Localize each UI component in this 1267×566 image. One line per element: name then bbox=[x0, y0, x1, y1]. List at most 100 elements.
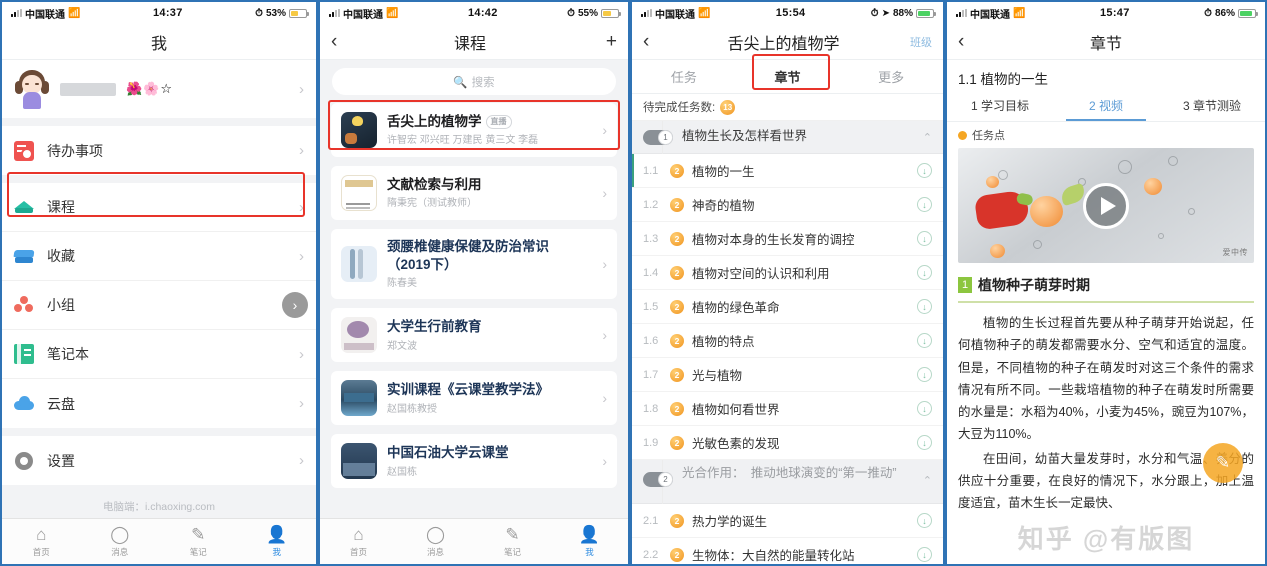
nav-bar: ‹ 舌尖上的植物学 班级 bbox=[632, 24, 943, 60]
tab-message[interactable]: ◯ 消息 bbox=[397, 525, 474, 558]
download-icon[interactable]: ↓ bbox=[917, 367, 932, 382]
chapter-group-2[interactable]: 2 光合作用： 推动地球演变的“第一推动” ⌃ bbox=[632, 460, 943, 504]
tab-more[interactable]: 更多 bbox=[839, 60, 943, 93]
download-icon[interactable]: ↓ bbox=[917, 231, 932, 246]
menu-item-notebook[interactable]: 笔记本 › bbox=[2, 330, 316, 379]
chapter-row[interactable]: 2.2 2 生物体：大自然的能量转化站 ↓ bbox=[632, 538, 943, 564]
tab-learning-goal[interactable]: 1 学习目标 bbox=[947, 90, 1053, 121]
home-icon: ⌂ bbox=[353, 525, 364, 544]
back-button[interactable]: ‹ bbox=[958, 32, 980, 51]
chapter-scroll-area[interactable]: 1 植物生长及怎样看世界 ⌃ 1.1 2 植物的一生 ↓ 1.2 2 神奇的植物… bbox=[632, 121, 943, 564]
chapter-row[interactable]: 1.5 2 植物的绿色革命 ↓ bbox=[632, 290, 943, 324]
task-badge: 2 bbox=[670, 513, 684, 528]
tab-profile[interactable]: 👤 我 bbox=[238, 525, 317, 558]
download-icon[interactable]: ↓ bbox=[917, 435, 932, 450]
chevron-right-icon: › bbox=[602, 256, 607, 273]
course-teachers: 陈春美 bbox=[387, 278, 417, 290]
tab-note[interactable]: ✎ 笔记 bbox=[474, 525, 551, 558]
download-icon[interactable]: ↓ bbox=[917, 333, 932, 348]
profile-row[interactable]: 🌺🌸☆ › bbox=[2, 60, 316, 118]
menu-item-course[interactable]: 课程 › bbox=[2, 183, 316, 232]
chapter-row[interactable]: 1.3 2 植物对本身的生长发育的调控 ↓ bbox=[632, 222, 943, 256]
tab-quiz[interactable]: 3 章节测验 bbox=[1159, 90, 1265, 121]
tab-profile[interactable]: 👤 我 bbox=[551, 525, 628, 558]
class-button[interactable]: 班级 bbox=[902, 34, 932, 50]
play-icon[interactable] bbox=[1083, 182, 1129, 229]
download-icon[interactable]: ↓ bbox=[917, 547, 932, 562]
section-content[interactable]: 任务点 爱中传 1 植物种子萌芽时期 植物的生长过程首先要从种子萌芽开始说起，任… bbox=[947, 122, 1265, 564]
tab-tasks[interactable]: 任务 bbox=[632, 60, 736, 93]
chevron-up-icon[interactable]: ⌃ bbox=[923, 474, 932, 487]
back-button[interactable]: ‹ bbox=[643, 32, 665, 51]
chapter-row[interactable]: 2.1 2 热力学的诞生 ↓ bbox=[632, 504, 943, 538]
tab-video[interactable]: 2 视频 bbox=[1053, 90, 1159, 121]
nav-bar: ‹ 章节 bbox=[947, 24, 1265, 60]
course-card-0[interactable]: 舌尖上的植物学 直播 许智宏 邓兴旺 万建民 黄三文 李磊 › bbox=[331, 103, 617, 157]
course-card-4[interactable]: 实训课程《云课堂教学法》 赵国栋教授 › bbox=[331, 371, 617, 426]
article-body: 植物的生长过程首先要从种子萌芽开始说起，任何植物种子的萌发都需要水分、空气和适宜… bbox=[958, 312, 1254, 514]
wifi-icon: 📶 bbox=[68, 7, 81, 19]
battery-icon bbox=[289, 8, 309, 18]
course-card-5[interactable]: 中国石油大学云课堂 赵国栋 › bbox=[331, 434, 617, 489]
signal-icon bbox=[641, 9, 652, 17]
add-course-button[interactable]: + bbox=[587, 31, 617, 53]
download-icon[interactable]: ↓ bbox=[917, 163, 932, 178]
download-icon[interactable]: ↓ bbox=[917, 513, 932, 528]
tab-message[interactable]: ◯ 消息 bbox=[81, 525, 160, 558]
course-thumbnail bbox=[341, 246, 377, 283]
menu-item-cloud[interactable]: 云盘 › bbox=[2, 379, 316, 428]
divider bbox=[958, 301, 1254, 303]
nav-bar: 我 bbox=[2, 24, 316, 60]
download-icon[interactable]: ↓ bbox=[917, 299, 932, 314]
favorites-icon bbox=[14, 246, 34, 266]
search-input[interactable]: 🔍 搜索 bbox=[332, 68, 616, 95]
gear-icon bbox=[14, 451, 34, 471]
course-card-2[interactable]: 颈腰椎健康保健及防治常识（2019下） 陈春美 › bbox=[331, 229, 617, 300]
watermark: 知乎 @有版图 bbox=[1017, 524, 1195, 554]
chapter-row[interactable]: 1.9 2 光敏色素的发现 ↓ bbox=[632, 426, 943, 460]
course-card-1[interactable]: 文献检索与利用 隋秉宪（测试教师） › bbox=[331, 166, 617, 220]
menu-item-settings[interactable]: 设置 › bbox=[2, 436, 316, 485]
course-teachers: 郑文波 bbox=[387, 340, 417, 352]
menu-item-todo[interactable]: 待办事项 › bbox=[2, 126, 316, 175]
chapter-group-1[interactable]: 1 植物生长及怎样看世界 ⌃ bbox=[632, 121, 943, 154]
home-icon: ⌂ bbox=[36, 525, 47, 544]
orange-graphic bbox=[1030, 196, 1063, 227]
edit-icon[interactable]: ✎ bbox=[1203, 443, 1243, 483]
tab-home[interactable]: ⌂ 首页 bbox=[320, 525, 397, 558]
chapter-row[interactable]: 1.1 2 植物的一生 ↓ bbox=[632, 154, 943, 188]
tab-label: 消息 bbox=[111, 547, 129, 557]
course-icon bbox=[14, 197, 34, 217]
scroll-hint-button[interactable]: › bbox=[282, 292, 308, 318]
chapter-row[interactable]: 1.8 2 植物如何看世界 ↓ bbox=[632, 392, 943, 426]
search-icon: 🔍 bbox=[453, 76, 468, 89]
download-icon[interactable]: ↓ bbox=[917, 265, 932, 280]
chapter-number: 2.2 bbox=[643, 548, 659, 561]
chapter-row[interactable]: 1.2 2 神奇的植物 ↓ bbox=[632, 188, 943, 222]
chapter-title: 光敏色素的发现 bbox=[692, 437, 780, 451]
signal-icon bbox=[11, 9, 22, 17]
chapter-row[interactable]: 1.6 2 植物的特点 ↓ bbox=[632, 324, 943, 358]
video-player[interactable]: 爱中传 bbox=[958, 148, 1254, 263]
chapter-group-title: 光合作用： 推动地球演变的“第一推动” bbox=[682, 466, 897, 480]
back-button[interactable]: ‹ bbox=[331, 32, 353, 51]
phone-screen-profile: 中国联通 📶 14:37 ⏱ 53% 我 🌺🌸☆ › 待办事项 › 课程 › 收… bbox=[0, 0, 318, 566]
nav-bar: ‹ 课程 + bbox=[320, 24, 628, 60]
chapter-row[interactable]: 1.4 2 植物对空间的认识和利用 ↓ bbox=[632, 256, 943, 290]
tab-label: 我 bbox=[272, 547, 281, 557]
task-badge: 2 bbox=[670, 163, 684, 178]
tab-chapters[interactable]: 章节 bbox=[736, 60, 840, 93]
menu-item-favorites[interactable]: 收藏 › bbox=[2, 232, 316, 281]
download-icon[interactable]: ↓ bbox=[917, 197, 932, 212]
menu-item-group[interactable]: 小组 › › bbox=[2, 281, 316, 330]
chapter-row[interactable]: 1.7 2 光与植物 ↓ bbox=[632, 358, 943, 392]
chevron-up-icon[interactable]: ⌃ bbox=[923, 131, 932, 144]
tab-home[interactable]: ⌂ 首页 bbox=[2, 525, 81, 558]
search-placeholder: 搜索 bbox=[471, 76, 495, 89]
course-card-3[interactable]: 大学生行前教育 郑文波 › bbox=[331, 308, 617, 363]
cloud-icon bbox=[14, 394, 34, 414]
menu-item-label: 收藏 bbox=[47, 248, 75, 264]
tab-note[interactable]: ✎ 笔记 bbox=[159, 525, 238, 558]
download-icon[interactable]: ↓ bbox=[917, 401, 932, 416]
chapter-number: 1.8 bbox=[643, 402, 659, 415]
